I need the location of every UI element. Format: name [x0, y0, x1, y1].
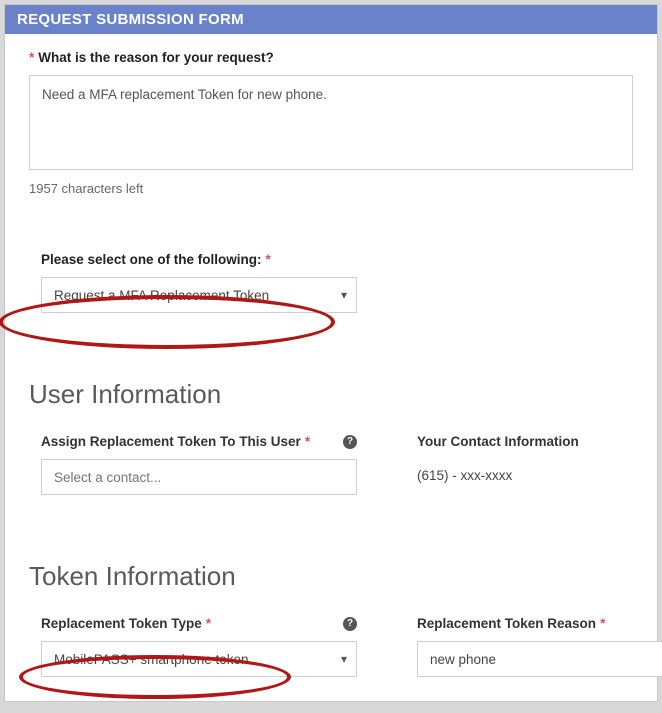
contact-info-value: (615) - xxx-xxxx — [417, 459, 617, 483]
select-one-wrap: Request a MFA Replacement Token — [41, 277, 357, 313]
required-asterisk: * — [305, 434, 310, 449]
contact-info-col: Your Contact Information (615) - xxx-xxx… — [417, 434, 617, 495]
user-info-heading: User Information — [29, 379, 633, 410]
reason-label: * What is the reason for your request? — [29, 50, 633, 65]
reason-textarea[interactable] — [29, 75, 633, 170]
assign-user-input[interactable] — [41, 459, 357, 495]
assign-user-col: Assign Replacement Token To This User * … — [41, 434, 357, 495]
token-reason-label: Replacement Token Reason * — [417, 616, 617, 631]
form-page: REQUEST SUBMISSION FORM * What is the re… — [4, 4, 658, 702]
token-reason-input[interactable] — [417, 641, 662, 677]
select-one-dropdown[interactable]: Request a MFA Replacement Token — [41, 277, 357, 313]
token-type-col: Replacement Token Type * ? MobilePASS+ s… — [41, 616, 357, 677]
form-content: * What is the reason for your request? 1… — [5, 34, 657, 701]
token-type-label: Replacement Token Type * ? — [41, 616, 357, 631]
assign-user-label: Assign Replacement Token To This User * … — [41, 434, 357, 449]
required-asterisk: * — [206, 616, 211, 631]
token-type-wrap: MobilePASS+ smartphone token — [41, 641, 357, 677]
required-asterisk: * — [266, 252, 271, 267]
token-info-row: Replacement Token Type * ? MobilePASS+ s… — [41, 616, 633, 677]
char-count: 1957 characters left — [29, 181, 633, 196]
token-type-dropdown[interactable]: MobilePASS+ smartphone token — [41, 641, 357, 677]
help-icon[interactable]: ? — [343, 617, 357, 631]
select-one-label: Please select one of the following: * — [41, 252, 633, 267]
user-info-row: Assign Replacement Token To This User * … — [41, 434, 633, 495]
token-reason-col: Replacement Token Reason * — [417, 616, 617, 677]
required-asterisk: * — [29, 50, 34, 65]
form-title: REQUEST SUBMISSION FORM — [17, 11, 244, 28]
required-asterisk: * — [600, 616, 605, 631]
help-icon[interactable]: ? — [343, 435, 357, 449]
contact-info-label: Your Contact Information — [417, 434, 617, 449]
token-info-heading: Token Information — [29, 561, 633, 592]
form-header: REQUEST SUBMISSION FORM — [5, 5, 657, 34]
